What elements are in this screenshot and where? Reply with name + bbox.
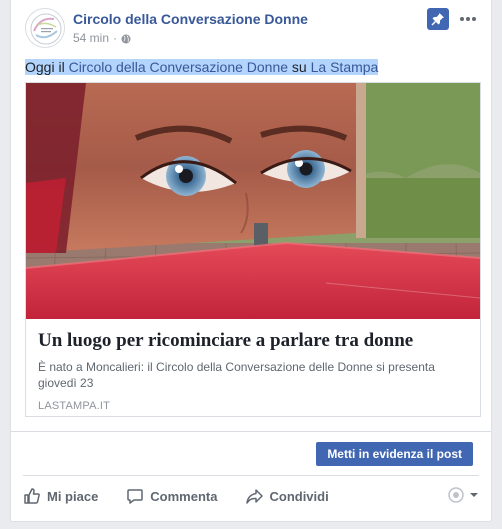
comment-label: Commenta	[150, 488, 218, 504]
boost-post-button[interactable]: Metti in evidenza il post	[316, 442, 473, 466]
post-text: Oggi il Circolo della Conversazione Donn…	[25, 57, 379, 77]
viewer-icon	[448, 487, 464, 503]
mention-link-circolo[interactable]: Circolo della Conversazione Donne	[69, 59, 288, 75]
comment-button[interactable]: Commenta	[126, 487, 217, 505]
post-card: Circolo della Conversazione Donne 54 min…	[10, 0, 492, 522]
post-header: Circolo della Conversazione Donne 54 min…	[25, 8, 479, 54]
share-label: Condividi	[269, 488, 329, 504]
page-name-link[interactable]: Circolo della Conversazione Donne	[73, 11, 308, 27]
post-meta: 54 min ·	[73, 31, 131, 45]
preview-image[interactable]	[26, 83, 480, 319]
globe-icon[interactable]	[121, 33, 131, 44]
post-text-prefix: Oggi il	[25, 59, 69, 75]
more-dot	[460, 17, 464, 21]
post-text-middle: su	[288, 59, 311, 75]
share-icon	[246, 489, 264, 504]
share-button[interactable]: Condividi	[245, 487, 329, 505]
divider	[11, 431, 491, 432]
like-button[interactable]: Mi piace	[23, 487, 98, 505]
post-time[interactable]: 54 min	[73, 31, 109, 45]
comment-icon	[127, 489, 144, 504]
preview-body: Un luogo per ricominciare a parlare tra …	[26, 319, 480, 422]
meta-separator: ·	[113, 31, 118, 45]
like-icon	[24, 488, 40, 504]
divider	[23, 475, 479, 476]
link-preview[interactable]: Un luogo per ricominciare a parlare tra …	[25, 82, 481, 417]
more-dot	[466, 17, 470, 21]
more-icon[interactable]	[457, 10, 479, 28]
preview-description: È nato a Moncalieri: il Circolo della Co…	[38, 360, 435, 390]
page-avatar[interactable]	[25, 8, 65, 48]
mention-link-lastampa[interactable]: La Stampa	[311, 59, 379, 75]
more-dot	[472, 17, 476, 21]
preview-title[interactable]: Un luogo per ricominciare a parlare tra …	[38, 329, 468, 353]
chevron-down-icon	[470, 493, 478, 497]
like-label: Mi piace	[47, 488, 99, 504]
action-bar: Mi piace Commenta Condividi	[23, 480, 479, 512]
pin-icon[interactable]	[427, 8, 449, 30]
preview-domain: LASTAMPA.IT	[38, 400, 111, 412]
viewer-selector[interactable]	[447, 486, 479, 504]
